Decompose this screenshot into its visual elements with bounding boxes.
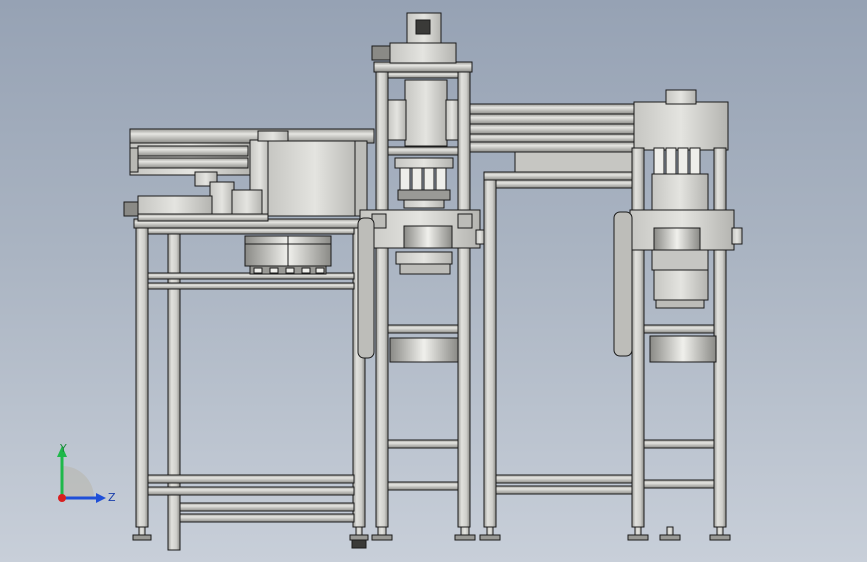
triad-sector [62, 466, 94, 498]
center-tower [357, 12, 485, 541]
cad-viewport[interactable]: Y Z [0, 0, 867, 562]
z-axis-arrow [96, 493, 106, 503]
right-tower [613, 89, 743, 541]
y-axis-label: Y [59, 442, 67, 455]
center-right-frame [469, 103, 636, 541]
rotary-table [244, 235, 332, 275]
z-axis-label: Z [108, 491, 116, 504]
left-slide-module [123, 128, 375, 222]
coordinate-triad: Y Z [57, 442, 116, 504]
assembly-model[interactable] [0, 0, 867, 562]
x-axis-dot [58, 494, 66, 502]
